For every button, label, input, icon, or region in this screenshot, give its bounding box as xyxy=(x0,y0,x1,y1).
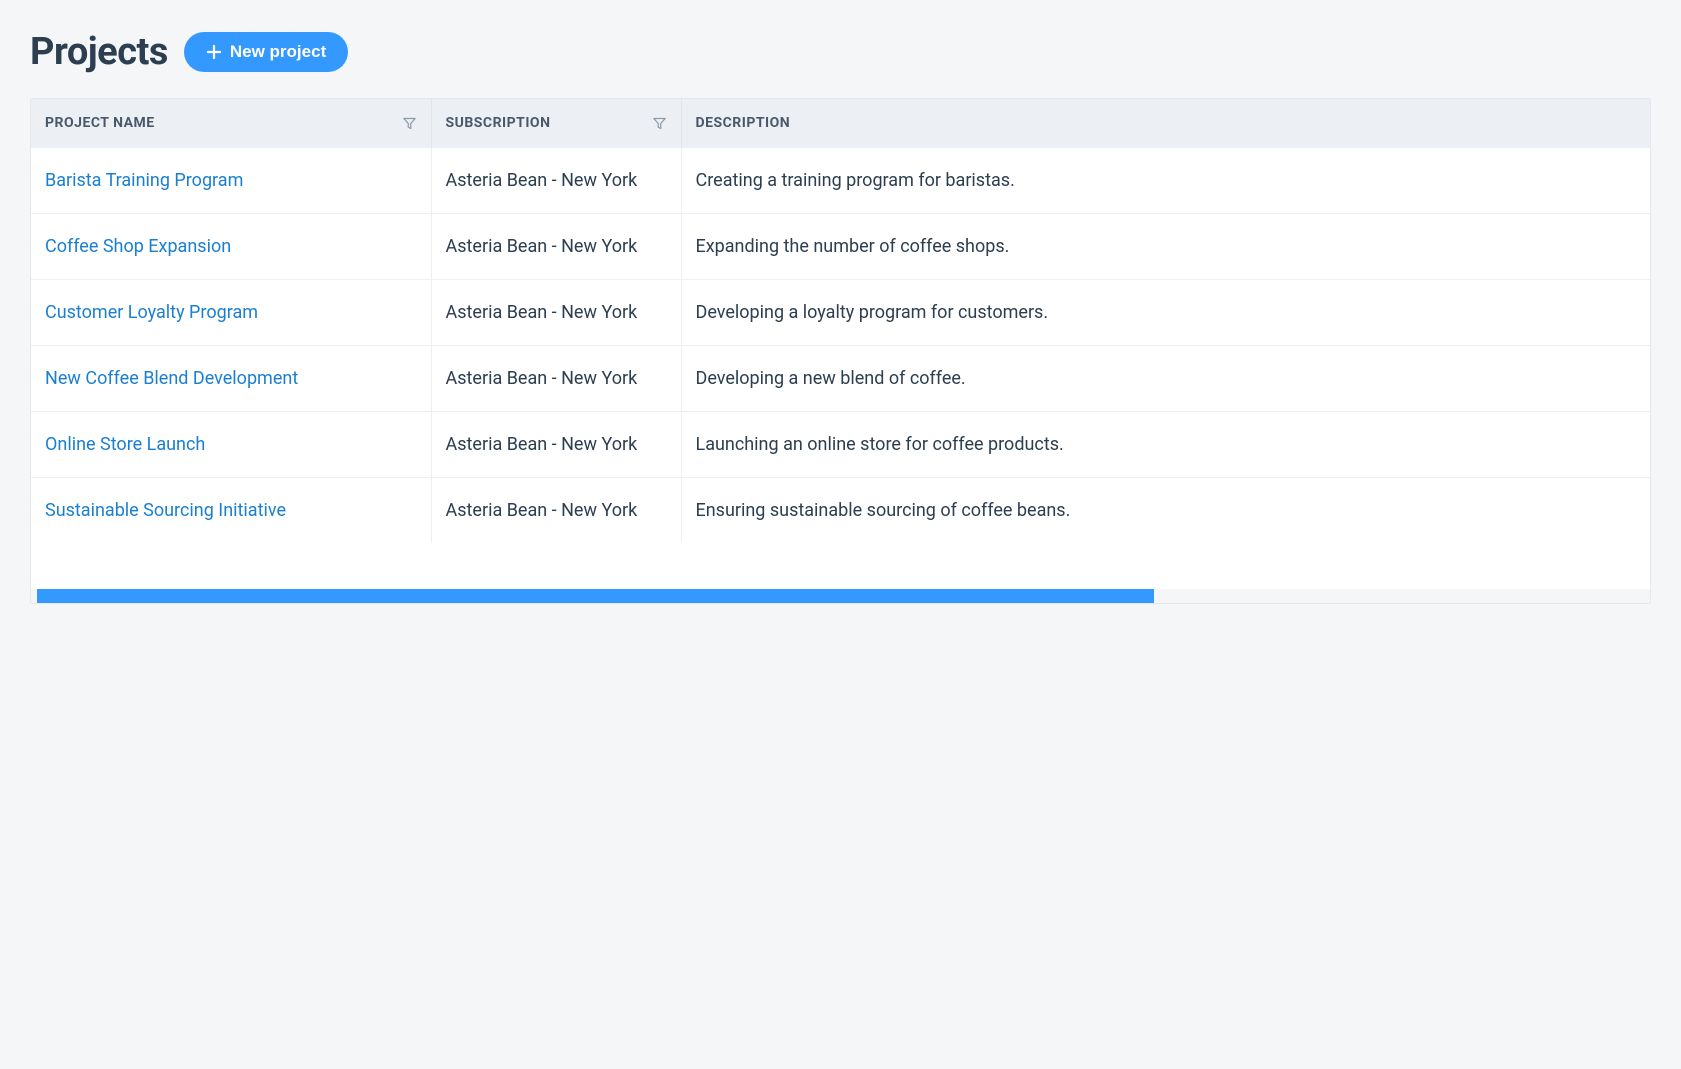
cell-project-name: Customer Loyalty Program xyxy=(31,280,431,346)
page-header: Projects New project xyxy=(30,30,1651,74)
table-row: Coffee Shop Expansion Asteria Bean - New … xyxy=(31,214,1650,280)
cell-subscription: Asteria Bean - New York xyxy=(431,280,681,346)
column-label: PROJECT NAME xyxy=(45,115,155,131)
table-row: Customer Loyalty Program Asteria Bean - N… xyxy=(31,280,1650,346)
column-label: SUBSCRIPTION xyxy=(446,115,551,131)
table-row: Online Store Launch Asteria Bean - New Yo… xyxy=(31,412,1650,478)
cell-subscription: Asteria Bean - New York xyxy=(431,346,681,412)
projects-table-wrapper: PROJECT NAME SUBSCRIPTION xyxy=(30,98,1651,604)
cell-description: Ensuring sustainable sourcing of coffee … xyxy=(681,478,1650,544)
column-header-project-name[interactable]: PROJECT NAME xyxy=(31,99,431,148)
project-link[interactable]: Sustainable Sourcing Initiative xyxy=(45,500,286,521)
project-link[interactable]: Customer Loyalty Program xyxy=(45,302,258,323)
cell-description: Launching an online store for coffee pro… xyxy=(681,412,1650,478)
page-title: Projects xyxy=(30,30,168,74)
filter-icon[interactable] xyxy=(652,116,667,131)
project-link[interactable]: Online Store Launch xyxy=(45,434,205,455)
project-link[interactable]: Coffee Shop Expansion xyxy=(45,236,231,257)
horizontal-scrollbar-track[interactable] xyxy=(31,589,1650,603)
cell-description: Creating a training program for baristas… xyxy=(681,148,1650,214)
column-label: DESCRIPTION xyxy=(696,115,791,131)
cell-description: Developing a new blend of coffee. xyxy=(681,346,1650,412)
cell-subscription: Asteria Bean - New York xyxy=(431,478,681,544)
cell-project-name: Sustainable Sourcing Initiative xyxy=(31,478,431,544)
projects-table: PROJECT NAME SUBSCRIPTION xyxy=(31,99,1650,543)
cell-project-name: New Coffee Blend Development xyxy=(31,346,431,412)
cell-subscription: Asteria Bean - New York xyxy=(431,412,681,478)
horizontal-scrollbar-thumb[interactable] xyxy=(37,589,1154,603)
table-row: New Coffee Blend Development Asteria Bean… xyxy=(31,346,1650,412)
cell-project-name: Coffee Shop Expansion xyxy=(31,214,431,280)
cell-project-name: Barista Training Program xyxy=(31,148,431,214)
cell-project-name: Online Store Launch xyxy=(31,412,431,478)
plus-icon xyxy=(206,44,222,60)
project-link[interactable]: Barista Training Program xyxy=(45,170,243,191)
new-project-button[interactable]: New project xyxy=(184,32,348,72)
cell-subscription: Asteria Bean - New York xyxy=(431,214,681,280)
cell-description: Developing a loyalty program for custome… xyxy=(681,280,1650,346)
cell-description: Expanding the number of coffee shops. xyxy=(681,214,1650,280)
new-project-label: New project xyxy=(230,42,326,62)
column-header-subscription[interactable]: SUBSCRIPTION xyxy=(431,99,681,148)
column-header-description[interactable]: DESCRIPTION xyxy=(681,99,1650,148)
table-row: Sustainable Sourcing Initiative Asteria B… xyxy=(31,478,1650,544)
table-row: Barista Training Program Asteria Bean - N… xyxy=(31,148,1650,214)
cell-subscription: Asteria Bean - New York xyxy=(431,148,681,214)
project-link[interactable]: New Coffee Blend Development xyxy=(45,368,298,389)
filter-icon[interactable] xyxy=(402,116,417,131)
